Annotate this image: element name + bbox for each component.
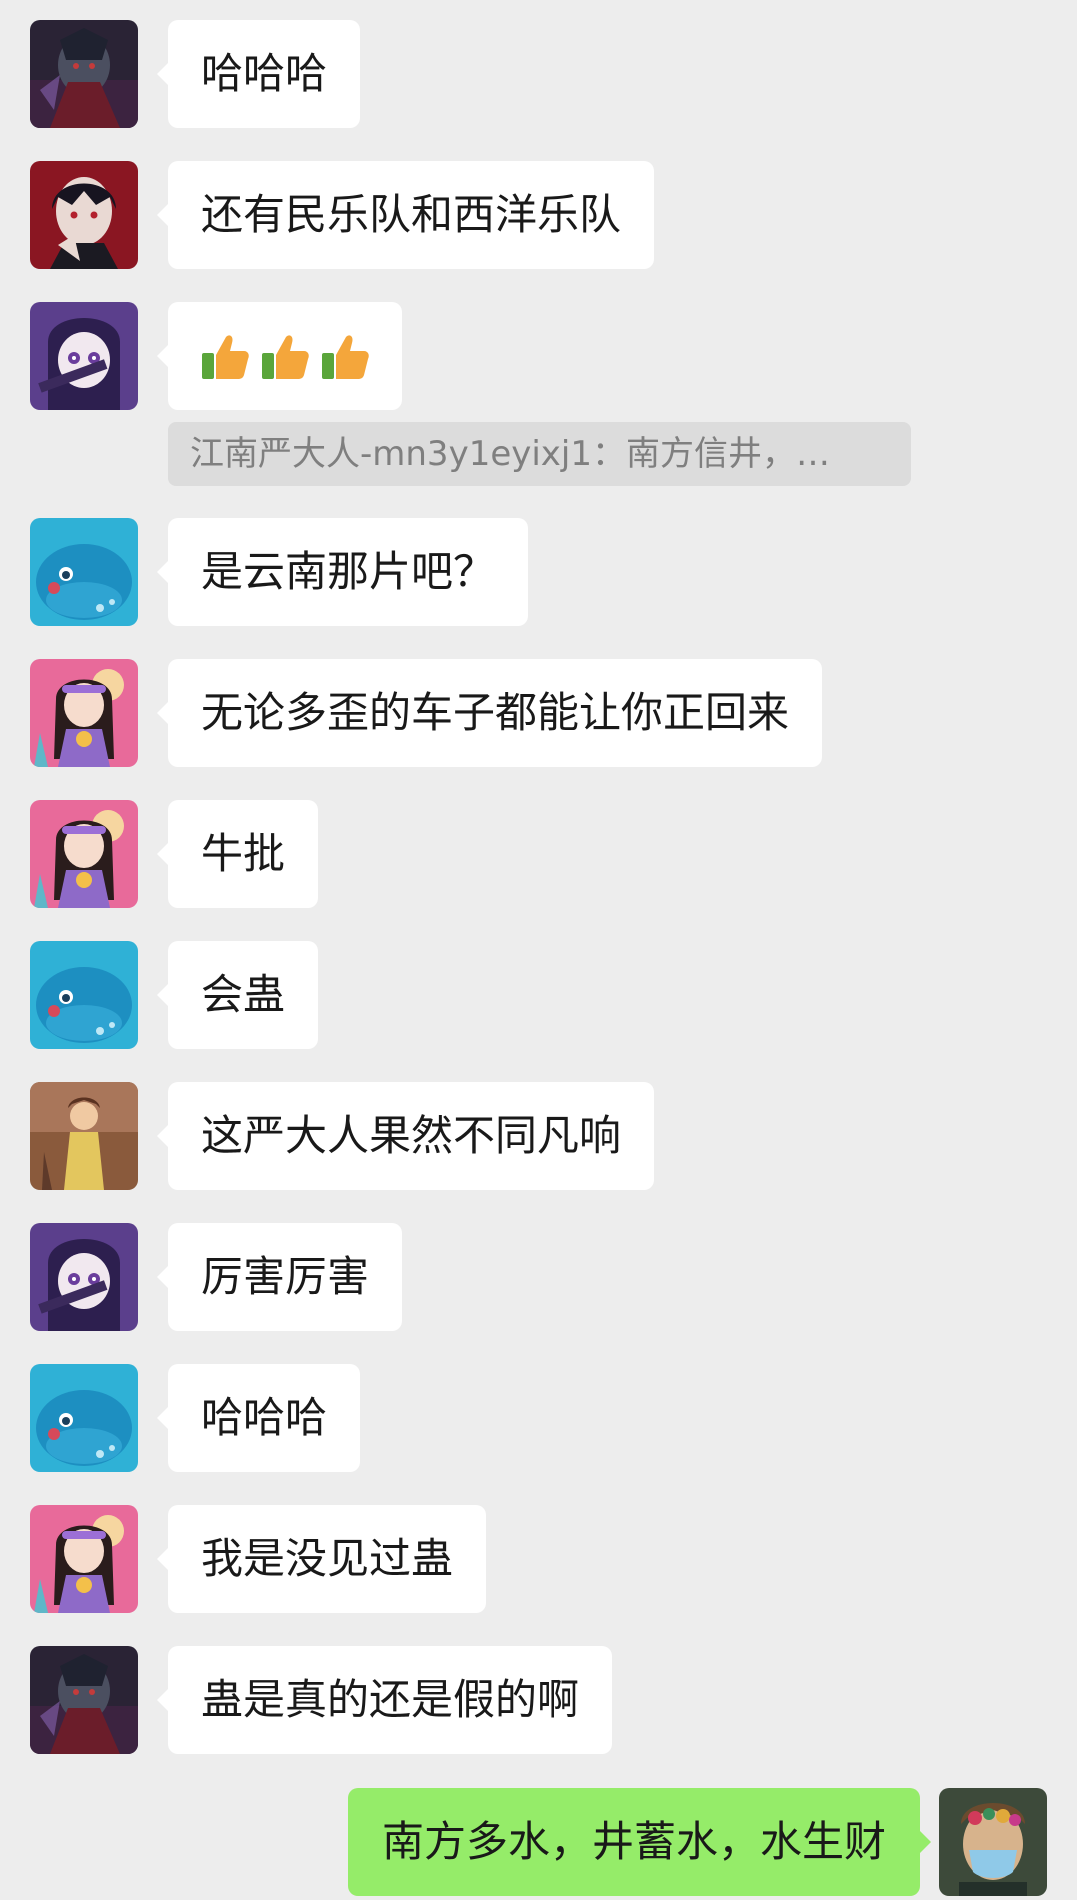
bubble-tail xyxy=(919,1830,931,1854)
message-row: 这严大人果然不同凡响 xyxy=(0,1082,1077,1192)
message-bubble[interactable]: 我是没见过蛊 xyxy=(168,1505,487,1613)
thumbs-up-icon xyxy=(202,335,249,379)
masked-portrait-avatar[interactable] xyxy=(939,1788,1047,1896)
dark-hair-boy-avatar[interactable] xyxy=(30,161,138,269)
chat-message-list[interactable]: 哈哈哈 还有民乐队和西洋乐队 江南严大人-mn3y1eyixj1：南方信井，… … xyxy=(0,0,1077,1900)
thumbs-up-icon xyxy=(262,335,309,379)
message-bubble[interactable]: 无论多歪的车子都能让你正回来 xyxy=(168,659,823,767)
message-row: 是云南那片吧？ xyxy=(0,518,1077,628)
self-message-row: 南方多水，井蓄水，水生财 xyxy=(0,1788,1077,1898)
quoted-message[interactable]: 江南严大人-mn3y1eyixj1：南方信井，… xyxy=(168,422,911,486)
message-row: 还有民乐队和西洋乐队 xyxy=(0,161,1077,271)
dark-warrior-avatar[interactable] xyxy=(30,1646,138,1754)
thumbs-up-emoji-group xyxy=(198,302,372,410)
message-bubble[interactable]: 哈哈哈 xyxy=(168,1364,361,1472)
message-bubble[interactable]: 厉害厉害 xyxy=(168,1223,403,1331)
message-row: 哈哈哈 xyxy=(0,20,1077,130)
message-row: 无论多歪的车子都能让你正回来 xyxy=(0,659,1077,769)
pink-girl-avatar[interactable] xyxy=(30,1505,138,1613)
message-row: 蛊是真的还是假的啊 xyxy=(0,1646,1077,1756)
brown-lady-avatar[interactable] xyxy=(30,1082,138,1190)
blue-whale-avatar[interactable] xyxy=(30,941,138,1049)
message-bubble[interactable] xyxy=(168,302,402,410)
purple-anime-avatar[interactable] xyxy=(30,1223,138,1331)
blue-whale-avatar[interactable] xyxy=(30,1364,138,1472)
message-row: 会蛊 xyxy=(0,941,1077,1051)
message-bubble[interactable]: 会蛊 xyxy=(168,941,319,1049)
message-row: 厉害厉害 xyxy=(0,1223,1077,1333)
message-bubble[interactable]: 是云南那片吧？ xyxy=(168,518,529,626)
pink-girl-avatar[interactable] xyxy=(30,659,138,767)
thumbs-up-icon xyxy=(322,335,369,379)
message-bubble[interactable]: 哈哈哈 xyxy=(168,20,361,128)
message-bubble[interactable]: 还有民乐队和西洋乐队 xyxy=(168,161,655,269)
dark-warrior-avatar[interactable] xyxy=(30,20,138,128)
message-bubble[interactable]: 牛批 xyxy=(168,800,319,908)
pink-girl-avatar[interactable] xyxy=(30,800,138,908)
blue-whale-avatar[interactable] xyxy=(30,518,138,626)
message-row: 哈哈哈 xyxy=(0,1364,1077,1474)
message-bubble[interactable]: 蛊是真的还是假的啊 xyxy=(168,1646,613,1754)
self-message-bubble[interactable]: 南方多水，井蓄水，水生财 xyxy=(347,1788,920,1896)
message-row: 牛批 xyxy=(0,800,1077,910)
message-row: 我是没见过蛊 xyxy=(0,1505,1077,1615)
message-bubble[interactable]: 这严大人果然不同凡响 xyxy=(168,1082,655,1190)
purple-anime-avatar[interactable] xyxy=(30,302,138,410)
message-row xyxy=(0,302,1077,412)
